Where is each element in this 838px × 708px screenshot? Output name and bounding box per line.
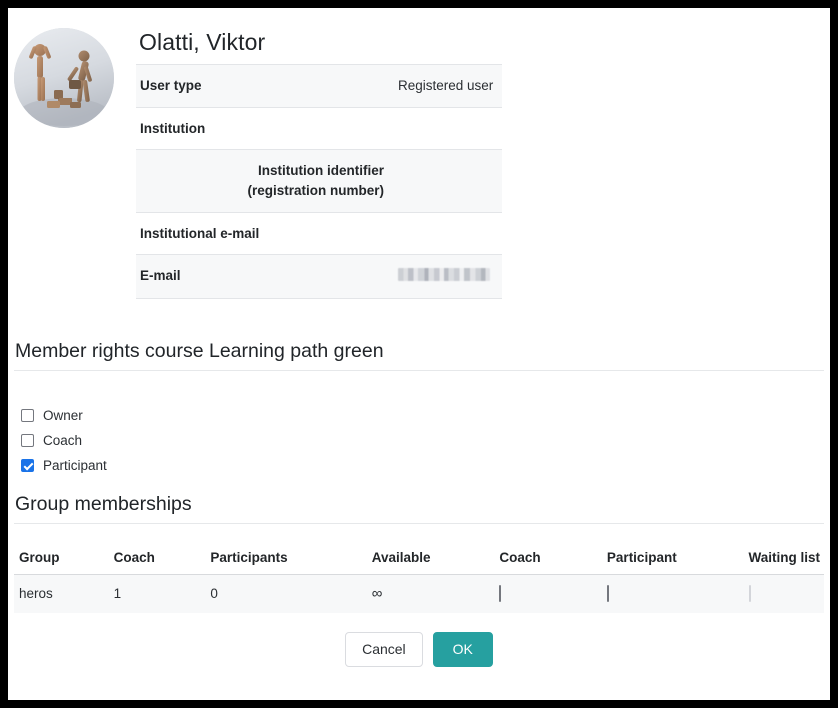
member-rights-title: Member rights course Learning path green — [14, 339, 824, 372]
checkbox-label-coach: Coach — [43, 433, 83, 449]
detail-value: Registered user — [398, 78, 494, 94]
detail-row-email: E-mail — [136, 254, 502, 299]
detail-label: Institutional e-mail — [140, 225, 260, 241]
avatar — [14, 28, 114, 128]
cell-available: ∞ — [366, 574, 495, 614]
cell-waiting-list-checkbox — [743, 574, 824, 614]
detail-label: User type — [140, 78, 202, 94]
cancel-button[interactable]: Cancel — [345, 632, 423, 668]
detail-row-user-type: User type Registered user — [136, 64, 502, 108]
dialog-footer: Cancel OK — [14, 632, 824, 668]
user-detail-dialog: Olatti, Viktor User type Registered user… — [8, 8, 830, 700]
table-row: heros 1 0 ∞ — [14, 574, 824, 614]
group-memberships-section: Group memberships — [8, 492, 830, 525]
detail-value — [394, 150, 502, 212]
detail-value — [394, 212, 502, 255]
ok-button[interactable]: OK — [432, 632, 493, 668]
checkbox-label-owner: Owner — [43, 408, 83, 424]
checkbox-group-coach[interactable] — [499, 585, 502, 603]
detail-label: E-mail — [140, 268, 181, 284]
detail-label: Institution identifier (registration num… — [247, 163, 384, 198]
checkbox-label-participant: Participant — [43, 458, 107, 474]
cell-participant-checkbox[interactable] — [601, 574, 744, 614]
group-memberships-table-wrap: Group Coach Participants Available Coach… — [8, 546, 830, 668]
member-rights-options: Owner Coach Participant — [14, 371, 824, 478]
user-details-table: User type Registered user Institution In… — [136, 64, 502, 299]
checkbox-group-participant[interactable] — [606, 585, 609, 603]
member-rights-section: Member rights course Learning path green… — [8, 339, 830, 478]
screenshot-frame: Olatti, Viktor User type Registered user… — [0, 0, 838, 708]
checkbox-row-coach[interactable]: Coach — [21, 428, 824, 453]
checkbox-row-participant[interactable]: Participant — [21, 453, 824, 478]
detail-row-institution-identifier: Institution identifier (registration num… — [136, 149, 502, 213]
checkbox-coach[interactable] — [21, 434, 34, 448]
profile-details: Olatti, Viktor User type Registered user… — [136, 22, 502, 299]
detail-row-institution: Institution — [136, 107, 502, 150]
detail-row-institutional-email: Institutional e-mail — [136, 212, 502, 255]
cell-coach-checkbox[interactable] — [494, 574, 602, 614]
checkbox-participant[interactable] — [21, 459, 34, 473]
redacted-email-value — [398, 268, 490, 282]
column-header-participant-select: Participant — [601, 546, 744, 576]
cell-group-name: heros — [14, 574, 109, 614]
detail-value — [394, 255, 502, 299]
detail-value — [394, 107, 502, 150]
table-header-row: Group Coach Participants Available Coach… — [14, 546, 824, 576]
profile-header: Olatti, Viktor User type Registered user… — [8, 8, 830, 299]
column-header-participants: Participants — [205, 546, 367, 576]
checkbox-owner[interactable] — [21, 409, 34, 423]
cell-coach-count: 1 — [108, 574, 206, 614]
column-header-waiting-list: Waiting list — [743, 546, 824, 576]
checkbox-row-owner[interactable]: Owner — [21, 403, 824, 428]
column-header-coach-count: Coach — [108, 546, 206, 576]
cell-participants-count: 0 — [205, 574, 367, 614]
page-title: Olatti, Viktor — [139, 29, 266, 55]
checkbox-group-waiting-list — [748, 585, 751, 603]
group-memberships-title: Group memberships — [14, 492, 824, 525]
column-header-group: Group — [14, 546, 109, 576]
group-memberships-table: Group Coach Participants Available Coach… — [14, 546, 824, 614]
column-header-coach-select: Coach — [494, 546, 602, 576]
detail-label: Institution — [140, 120, 206, 136]
column-header-available: Available — [366, 546, 495, 576]
